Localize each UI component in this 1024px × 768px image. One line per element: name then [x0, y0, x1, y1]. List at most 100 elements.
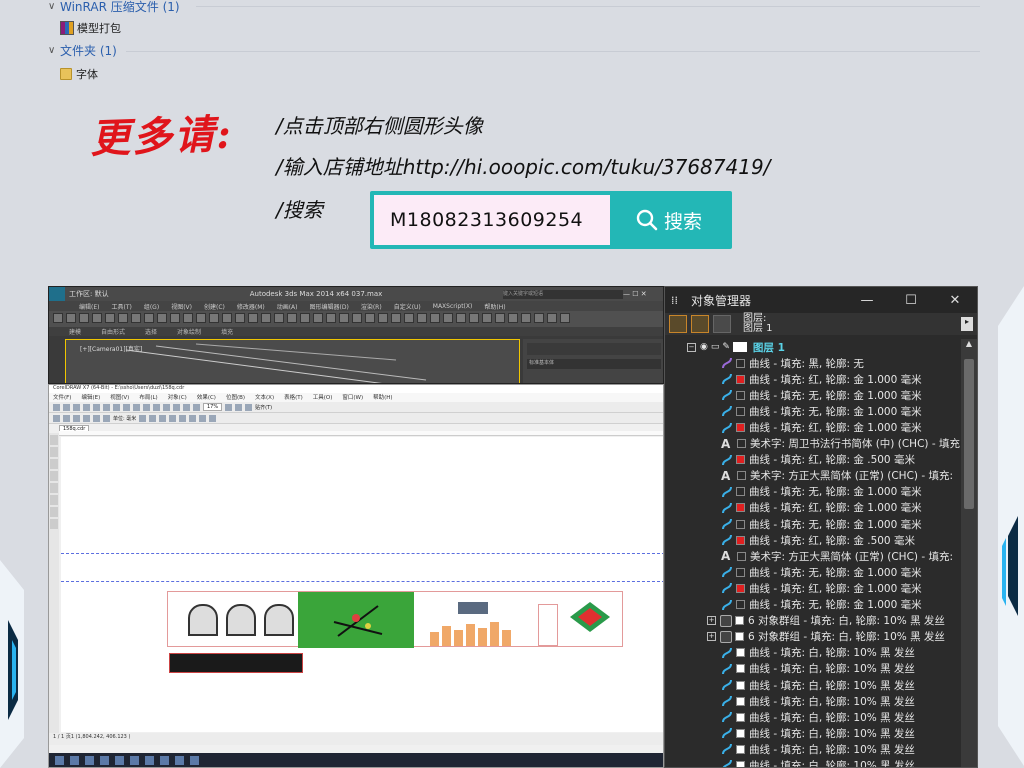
ribbon-tab[interactable]: 填充	[221, 327, 233, 336]
toolbar-icon[interactable]	[113, 403, 120, 411]
zoom-tool-icon[interactable]	[50, 471, 58, 481]
design-strip[interactable]	[167, 591, 623, 648]
ellipse-tool-icon[interactable]	[50, 507, 58, 517]
object-row[interactable]: 曲线 - 填充: 无, 轮廓: 金 1.000 毫米	[665, 387, 963, 403]
toolbar-icon[interactable]	[560, 313, 570, 323]
toolbar-icon[interactable]	[123, 403, 130, 411]
toolbar-icon[interactable]	[53, 414, 60, 422]
task-view-icon[interactable]	[85, 755, 94, 765]
toolbar-icon[interactable]	[53, 403, 60, 411]
panel-grip-icon[interactable]: ⁞⁞	[671, 294, 685, 307]
toolbar-icon[interactable]	[139, 414, 147, 422]
toolbar-icon[interactable]	[193, 403, 200, 411]
toolbar-icon[interactable]	[199, 414, 207, 422]
object-row[interactable]: 曲线 - 填充: 白, 轮廓: 10% 黑 发丝	[665, 709, 963, 725]
object-row[interactable]: 曲线 - 填充: 无, 轮廓: 金 1.000 毫米	[665, 403, 963, 419]
menu-item[interactable]: MAXScript(X)	[433, 303, 473, 310]
toolbar-icon[interactable]	[417, 313, 427, 323]
toolbar-icon[interactable]	[173, 403, 180, 411]
object-row[interactable]: 曲线 - 填充: 白, 轮廓: 10% 黑 发丝	[665, 725, 963, 741]
scrollbar-thumb[interactable]	[964, 359, 974, 509]
ribbon-tab[interactable]: 对象绘制	[177, 327, 201, 336]
toolbar-icon[interactable]	[63, 403, 70, 411]
menu-item[interactable]: 渲染(R)	[361, 302, 382, 311]
object-row[interactable]: A 美术字: 方正大黑简体 (正常) (CHC) - 填充:	[665, 468, 963, 484]
toolbar-icon[interactable]	[149, 414, 157, 422]
toolbar-icon[interactable]	[339, 313, 349, 323]
toolbar-icon[interactable]	[133, 403, 140, 411]
toolbar-icon[interactable]	[209, 414, 217, 422]
toolbar-icon[interactable]	[79, 313, 89, 323]
toolbar-icon[interactable]	[163, 403, 170, 411]
command-panel-tabs[interactable]	[527, 343, 661, 355]
toolbar-icon[interactable]	[159, 414, 167, 422]
drawing-canvas[interactable]	[61, 437, 663, 732]
toolbar-icon[interactable]	[534, 313, 544, 323]
toolbar-icon[interactable]	[261, 313, 271, 323]
object-row[interactable]: A 美术字: 方正大黑简体 (正常) (CHC) - 填充:	[665, 548, 963, 564]
object-row[interactable]: 曲线 - 填充: 无, 轮廓: 金 1.000 毫米	[665, 484, 963, 500]
object-row[interactable]: 曲线 - 填充: 红, 轮廓: 金 1.000 毫米	[665, 419, 963, 435]
workspace-select[interactable]: 工作区: 默认	[69, 289, 129, 299]
search-button[interactable]: 搜索	[610, 195, 728, 245]
menu-item[interactable]: 对象(C)	[168, 393, 187, 402]
toolbar-icon[interactable]	[157, 313, 167, 323]
file-item-rar[interactable]: 模型打包	[60, 20, 121, 36]
zoom-select[interactable]: 17%	[203, 403, 223, 411]
menu-item[interactable]: 图形编辑器(D)	[310, 302, 349, 311]
object-row[interactable]: 曲线 - 填充: 红, 轮廓: 金 1.000 毫米	[665, 580, 963, 596]
window-controls[interactable]: — ☐ ✕	[623, 290, 663, 298]
toolbar-icon[interactable]	[92, 313, 102, 323]
menu-item[interactable]: 创建(C)	[204, 302, 225, 311]
minimize-button[interactable]: —	[845, 293, 889, 308]
visibility-eye-icon[interactable]: ◉	[700, 342, 708, 352]
toolbar-icon[interactable]	[326, 313, 336, 323]
toolbar-icon[interactable]	[235, 403, 243, 411]
printer-icon[interactable]: ▭	[711, 342, 720, 352]
toolbar-icon[interactable]	[443, 313, 453, 323]
menu-item[interactable]: 表格(T)	[284, 393, 303, 402]
menu-item[interactable]: 工具(O)	[313, 393, 333, 402]
object-type-select[interactable]: 标准基本体	[527, 359, 661, 369]
toolbar-icon[interactable]	[73, 403, 80, 411]
object-row[interactable]: 曲线 - 填充: 红, 轮廓: 金 1.000 毫米	[665, 371, 963, 387]
menu-item[interactable]: 帮助(H)	[373, 393, 392, 402]
toolbar-icon[interactable]	[547, 313, 557, 323]
toolbar-icon[interactable]	[313, 313, 323, 323]
toolbar-icon[interactable]	[378, 313, 388, 323]
ribbon-tab[interactable]: 建模	[69, 327, 81, 336]
toolbar-icon[interactable]	[131, 313, 141, 323]
toolbar-icon[interactable]	[144, 313, 154, 323]
toolbar-icon[interactable]	[300, 313, 310, 323]
3ds-max-logo-icon[interactable]	[49, 287, 65, 301]
object-row[interactable]: A 美术字: 周卫书法行书简体 (中) (CHC) - 填充	[665, 436, 963, 452]
edge-icon[interactable]	[100, 755, 109, 765]
object-row[interactable]: 曲线 - 填充: 白, 轮廓: 10% 黑 发丝	[665, 757, 963, 767]
toolbar-icon[interactable]	[189, 414, 197, 422]
scroll-up-arrow-icon[interactable]: ▲	[961, 339, 977, 348]
toolbar-icon[interactable]	[404, 313, 414, 323]
object-row[interactable]: 曲线 - 填充: 红, 轮廓: 金 .500 毫米	[665, 532, 963, 548]
start-icon[interactable]	[55, 755, 64, 765]
edit-across-layers-icon[interactable]	[691, 315, 709, 333]
show-properties-icon[interactable]	[669, 315, 687, 333]
toolbar-icon[interactable]	[118, 313, 128, 323]
toolbar-icon[interactable]	[456, 313, 466, 323]
toolbar-icon[interactable]	[225, 403, 233, 411]
toolbar-icon[interactable]	[103, 403, 110, 411]
toolbar-icon[interactable]	[482, 313, 492, 323]
group-header-winrar[interactable]: ∨ WinRAR 压缩文件 (1)	[48, 0, 180, 14]
toolbar-icon[interactable]	[209, 313, 219, 323]
layer-manager-view-icon[interactable]	[713, 315, 731, 333]
object-row[interactable]: 曲线 - 填充: 白, 轮廓: 10% 黑 发丝	[665, 693, 963, 709]
chrome-icon[interactable]	[130, 755, 139, 765]
folder-icon[interactable]	[115, 755, 124, 765]
layer-row[interactable]: − ◉ ▭ ✎ 图层 1	[665, 339, 963, 355]
toolbar-icon[interactable]	[287, 313, 297, 323]
toolbar-icon[interactable]	[93, 414, 100, 422]
page-tab[interactable]: 页1	[66, 734, 74, 740]
menu-item[interactable]: 布局(L)	[139, 393, 157, 402]
toolbar-icon[interactable]	[235, 313, 245, 323]
expand-toggle-icon[interactable]: +	[707, 632, 716, 642]
coreldraw-icon[interactable]	[190, 755, 199, 765]
